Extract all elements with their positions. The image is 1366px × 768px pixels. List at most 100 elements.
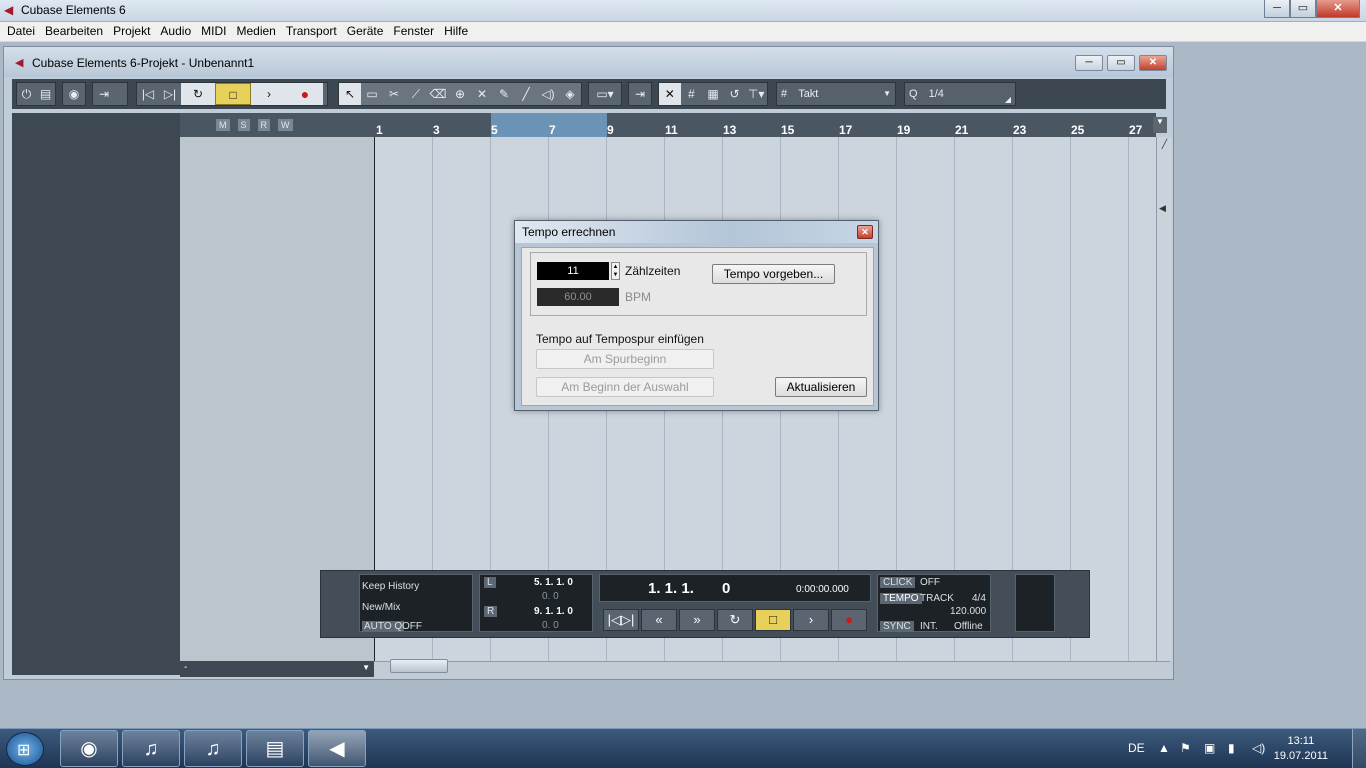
zoom-slider-icon[interactable]: ◀ bbox=[1159, 203, 1171, 217]
beats-input[interactable]: 11 bbox=[537, 262, 609, 280]
minimize-button[interactable]: ─ bbox=[1264, 0, 1290, 18]
autoscroll-icon[interactable]: ⇥ bbox=[629, 83, 651, 105]
object-selection-icon[interactable]: ↖ bbox=[339, 83, 361, 105]
inspector-toggle-icon[interactable]: ▤ bbox=[36, 83, 55, 105]
go-to-start-button[interactable]: |◁▷| bbox=[603, 609, 639, 631]
network-icon[interactable]: ▮ bbox=[1228, 741, 1235, 755]
zoom-icon[interactable]: ⊕ bbox=[449, 83, 471, 105]
record-button[interactable]: ● bbox=[831, 609, 867, 631]
global-mute-button[interactable]: M bbox=[216, 119, 230, 131]
menu-geraete[interactable]: Geräte bbox=[342, 22, 389, 41]
mute-icon[interactable]: ✕ bbox=[471, 83, 493, 105]
snap-zero-crossing-icon[interactable]: ✕ bbox=[659, 83, 681, 105]
ruler-menu-icon[interactable]: ▼ bbox=[1153, 117, 1167, 133]
menu-audio[interactable]: Audio bbox=[155, 22, 196, 41]
maximize-button[interactable]: ▭ bbox=[1290, 0, 1316, 18]
snap-type-dropdown[interactable]: # Takt ▼ bbox=[776, 82, 896, 106]
removable-device-icon[interactable]: ▣ bbox=[1204, 741, 1215, 755]
tray-expand-icon[interactable]: ▲ bbox=[1158, 741, 1170, 755]
horizontal-scrollbar[interactable] bbox=[374, 661, 1170, 677]
cycle-button[interactable]: ↻ bbox=[717, 609, 753, 631]
go-to-start-icon[interactable]: |◁ bbox=[137, 83, 159, 105]
stop-button[interactable]: □ bbox=[755, 609, 791, 631]
snap-grid-icon[interactable]: # bbox=[681, 83, 703, 105]
clock[interactable]: 13:11 19.07.2011 bbox=[1274, 734, 1328, 764]
play-icon[interactable]: › bbox=[251, 83, 287, 105]
horizontal-scroll-thumb[interactable] bbox=[390, 659, 448, 673]
global-read-button[interactable]: R bbox=[257, 119, 271, 131]
right-locator-value[interactable]: 9. 1. 1. 0 bbox=[534, 606, 573, 617]
play-tool-icon[interactable]: ◁) bbox=[537, 83, 559, 105]
erase-icon[interactable]: ⌫ bbox=[427, 83, 449, 105]
zoom-out-icon[interactable]: ╱ bbox=[1158, 139, 1171, 153]
firefox-task-icon[interactable]: ◉ bbox=[60, 730, 118, 767]
position-display[interactable]: 1. 1. 1. 0 0:00:00.000 bbox=[599, 574, 871, 602]
timeline-ruler[interactable]: 1 3 5 7 9 11 13 15 17 19 21 23 25 27 bbox=[374, 113, 1156, 137]
tools-group: ↖ ▭ ✂ ⟋ ⌫ ⊕ ✕ ✎ ╱ ◁) ◈ bbox=[338, 82, 582, 106]
language-indicator[interactable]: DE bbox=[1128, 741, 1145, 755]
sync-button[interactable]: SYNC bbox=[880, 621, 914, 632]
cubase-task-icon[interactable]: ◀ bbox=[308, 730, 366, 767]
draw-icon[interactable]: ✎ bbox=[493, 83, 515, 105]
update-button[interactable]: Aktualisieren bbox=[775, 377, 867, 397]
automation-mode-icon[interactable]: ⇥ bbox=[93, 83, 115, 105]
split-icon[interactable]: ✂ bbox=[383, 83, 405, 105]
close-button[interactable]: ✕ bbox=[1316, 0, 1360, 18]
stop-icon[interactable]: □ bbox=[215, 83, 251, 105]
glue-icon[interactable]: ⟋ bbox=[405, 83, 427, 105]
right-locator-button[interactable]: R bbox=[484, 606, 498, 617]
inspector-toggle-group: ⏻ ▤ bbox=[16, 82, 56, 106]
range-selection-icon[interactable]: ▭ bbox=[361, 83, 383, 105]
vertical-scrollbar[interactable]: ╱ ◀ bbox=[1156, 137, 1172, 661]
activate-project-icon[interactable]: ⏻ bbox=[17, 83, 36, 105]
click-button[interactable]: CLICK bbox=[880, 577, 916, 588]
menu-datei[interactable]: Datei bbox=[2, 22, 40, 41]
menu-transport[interactable]: Transport bbox=[281, 22, 342, 41]
autoscroll-group: ⇥ bbox=[628, 82, 652, 106]
start-button[interactable]: ⊞ bbox=[6, 732, 44, 766]
constrain-delay-icon[interactable]: ◉ bbox=[63, 83, 85, 105]
project-minimize-button[interactable]: ─ bbox=[1075, 55, 1103, 71]
menu-hilfe[interactable]: Hilfe bbox=[439, 22, 473, 41]
go-to-end-icon[interactable]: ▷| bbox=[159, 83, 181, 105]
left-locator-value[interactable]: 5. 1. 1. 0 bbox=[534, 577, 573, 588]
rewind-button[interactable]: « bbox=[641, 609, 677, 631]
ruler-bar-label: 25 bbox=[1071, 123, 1085, 137]
auto-quantize-button[interactable]: AUTO Q bbox=[362, 621, 405, 632]
itunes-task-icon-2[interactable]: ♫ bbox=[184, 730, 242, 767]
global-write-button[interactable]: W bbox=[278, 119, 293, 131]
menu-bearbeiten[interactable]: Bearbeiten bbox=[40, 22, 108, 41]
chevron-down-icon[interactable]: ▼ bbox=[362, 661, 370, 675]
explorer-task-icon[interactable]: ▤ bbox=[246, 730, 304, 767]
at-track-start-button[interactable]: Am Spurbeginn bbox=[536, 349, 714, 369]
dialog-close-icon[interactable]: ✕ bbox=[857, 225, 873, 239]
project-maximize-button[interactable]: ▭ bbox=[1107, 55, 1135, 71]
global-solo-button[interactable]: S bbox=[237, 119, 250, 131]
project-close-button[interactable]: ✕ bbox=[1139, 55, 1167, 71]
auto-quantize-value: OFF bbox=[402, 621, 422, 632]
menu-midi[interactable]: MIDI bbox=[196, 22, 231, 41]
set-tempo-button[interactable]: Tempo vorgeben... bbox=[712, 264, 835, 284]
color-menu-icon[interactable]: ▭▾ bbox=[589, 83, 621, 105]
cycle-icon[interactable]: ↻ bbox=[181, 83, 215, 105]
time-signature: 4/4 bbox=[972, 593, 986, 604]
quantize-dropdown[interactable]: Q 1/4 ◢ bbox=[904, 82, 1016, 106]
itunes-task-icon[interactable]: ♫ bbox=[122, 730, 180, 767]
left-locator-button[interactable]: L bbox=[484, 577, 496, 588]
at-selection-start-button[interactable]: Am Beginn der Auswahl bbox=[536, 377, 714, 397]
show-desktop-button[interactable] bbox=[1352, 729, 1366, 768]
play-button[interactable]: › bbox=[793, 609, 829, 631]
volume-icon[interactable]: ◁) bbox=[1252, 741, 1265, 755]
menu-medien[interactable]: Medien bbox=[231, 22, 280, 41]
position-bars: 1. 1. 1. bbox=[648, 580, 694, 597]
menu-fenster[interactable]: Fenster bbox=[388, 22, 439, 41]
history-panel: Keep History New/Mix AUTO Q OFF bbox=[359, 574, 473, 632]
menu-projekt[interactable]: Projekt bbox=[108, 22, 155, 41]
record-icon[interactable]: ● bbox=[287, 83, 323, 105]
line-icon[interactable]: ╱ bbox=[515, 83, 537, 105]
action-center-icon[interactable]: ⚑ bbox=[1180, 741, 1191, 755]
color-icon[interactable]: ◈ bbox=[559, 83, 581, 105]
beats-stepper-icon[interactable]: ▲ ▼ bbox=[611, 262, 620, 280]
forward-button[interactable]: » bbox=[679, 609, 715, 631]
tempo-button[interactable]: TEMPO bbox=[880, 593, 922, 604]
